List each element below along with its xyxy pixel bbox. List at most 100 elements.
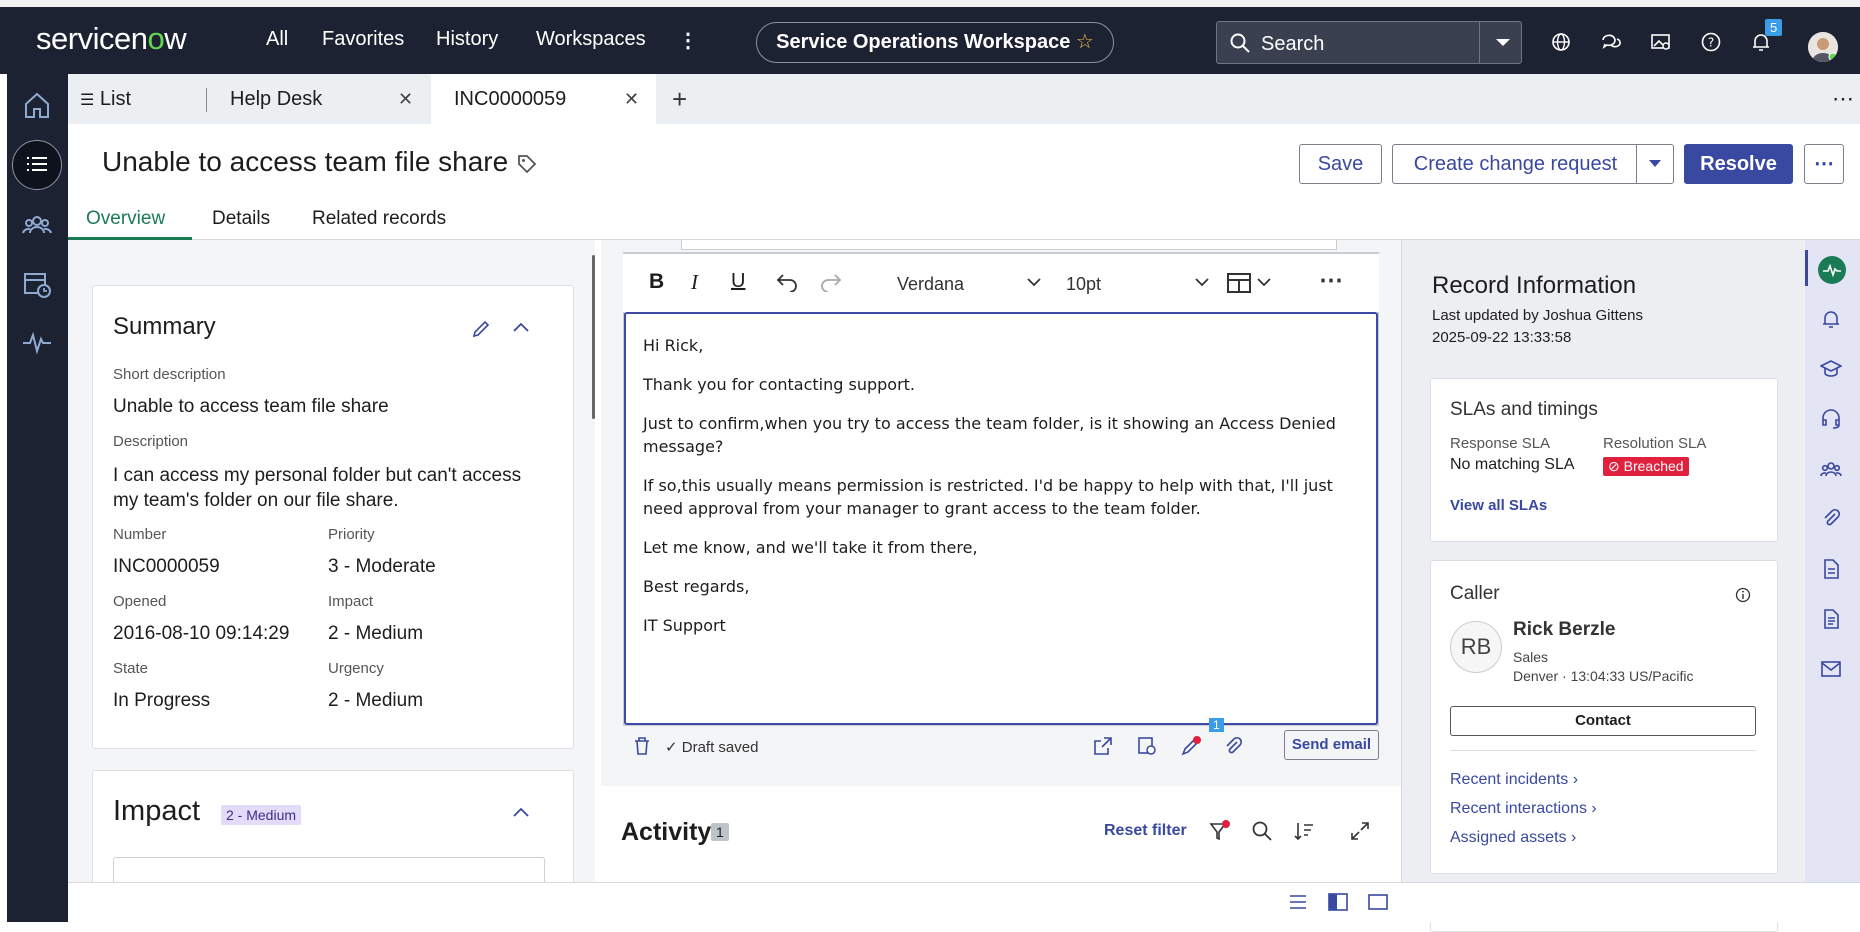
edit-pencil-icon[interactable] [471,319,491,339]
people-icon[interactable] [1820,458,1844,482]
expand-icon[interactable] [1349,820,1371,842]
chevron-down-icon[interactable] [1027,278,1041,287]
pulse-icon[interactable] [21,326,53,358]
article-icon[interactable] [1820,608,1844,632]
search-placeholder: Search [1261,33,1325,55]
more-horizontal-icon[interactable]: ⋯ [1319,266,1343,295]
calendar-clock-icon[interactable] [21,268,53,300]
split-layout-icon[interactable] [1328,893,1348,911]
trash-icon[interactable] [633,736,651,756]
resolve-button[interactable]: Resolve [1684,144,1793,184]
paperclip-icon[interactable] [1820,508,1844,532]
redo-icon[interactable] [819,272,843,292]
info-icon[interactable] [1735,587,1751,603]
email-icon[interactable] [1820,658,1844,682]
nav-all[interactable]: All [266,28,288,51]
email-line: IT Support [643,616,726,635]
list-nav-icon[interactable] [12,140,62,190]
contact-button[interactable]: Contact [1450,706,1756,736]
more-horizontal-icon[interactable]: ⋯ [1832,74,1854,124]
template-icon[interactable] [1137,736,1157,756]
nav-workspaces[interactable]: Workspaces [536,28,646,51]
tab-overview[interactable]: Overview [86,208,165,230]
add-tab-icon[interactable]: + [672,74,687,124]
chevron-down-icon[interactable] [1636,144,1674,184]
bell-icon[interactable] [1820,308,1844,332]
chevron-down-icon[interactable] [1495,38,1511,48]
reset-filter-link[interactable]: Reset filter [1104,822,1187,840]
short-description-label: Short description [113,366,226,383]
response-sla-value: No matching SLA [1450,456,1575,473]
caller-name[interactable]: Rick Berzle [1513,619,1615,641]
headset-icon[interactable] [1820,408,1844,432]
user-avatar[interactable] [1808,32,1838,62]
document-icon[interactable] [1820,558,1844,582]
tab-help-desk[interactable]: Help Desk [230,74,322,124]
tab-related-records[interactable]: Related records [312,208,446,230]
bold-icon[interactable]: B [649,270,664,294]
last-updated-time: 2025-09-22 13:33:58 [1432,329,1572,346]
summary-heading: Summary [113,313,216,340]
search-icon[interactable] [1251,820,1273,842]
assigned-assets-text: Assigned assets [1450,829,1567,846]
recent-incidents-link[interactable]: Recent incidents › [1450,771,1578,789]
graduation-cap-icon[interactable] [1820,358,1844,382]
activity-pulse-icon[interactable] [1818,256,1846,284]
home-icon[interactable] [21,89,53,121]
email-line: Hi Rick, [643,336,704,355]
send-email-button[interactable]: Send email [1284,730,1379,760]
signature-icon[interactable] [1181,736,1201,756]
table-icon[interactable] [1227,272,1251,294]
recent-interactions-link[interactable]: Recent interactions › [1450,800,1597,818]
tag-icon[interactable] [516,153,538,175]
italic-icon[interactable]: I [691,270,698,295]
paperclip-icon[interactable] [1223,736,1243,756]
email-body-editor[interactable]: Hi Rick, Thank you for contacting suppor… [624,312,1378,725]
globe-icon[interactable] [1550,31,1574,55]
servicenow-logo[interactable]: servicenow [36,21,187,57]
recipient-field[interactable] [681,240,1337,250]
workspace-pill[interactable]: Service Operations Workspace ☆ [756,22,1114,63]
check-circle-icon: ✓ [665,739,678,756]
overview-panel: Summary Short description Unable to acce… [68,240,595,910]
close-icon[interactable]: ✕ [624,74,639,124]
nav-favorites[interactable]: Favorites [322,28,404,51]
more-vertical-icon[interactable]: ⋮ [678,28,698,53]
image-search-icon[interactable] [1650,31,1674,55]
caller-heading: Caller [1450,583,1500,604]
impact-heading: Impact [113,795,201,827]
groups-icon[interactable] [21,209,53,241]
single-layout-icon[interactable] [1368,893,1388,911]
open-external-icon[interactable] [1093,736,1113,756]
tab-details[interactable]: Details [212,208,270,230]
sort-icon[interactable] [1293,820,1315,842]
priority-label: Priority [328,526,375,543]
star-icon[interactable]: ☆ [1076,31,1094,53]
underline-icon[interactable]: U [731,270,745,293]
description-value: I can access my personal folder but can'… [113,465,522,511]
chevron-up-icon[interactable] [513,807,529,817]
assigned-assets-link[interactable]: Assigned assets › [1450,829,1576,847]
record-info-panel: Record Information Last updated by Joshu… [1401,240,1805,932]
chat-icon[interactable] [1600,31,1624,55]
more-actions-icon[interactable]: ⋯ [1804,144,1844,184]
filter-icon[interactable] [1209,820,1231,842]
list-layout-icon[interactable] [1288,893,1308,911]
chevron-down-icon[interactable] [1195,278,1209,287]
chevron-down-icon[interactable] [1257,278,1271,287]
view-all-slas-link[interactable]: View all SLAs [1450,497,1547,514]
nav-history[interactable]: History [436,28,498,51]
help-icon[interactable]: ? [1700,31,1724,55]
tab-incident-label[interactable]: INC0000059 [454,74,566,124]
search-input[interactable]: Search [1216,21,1522,64]
priority-value: 3 - Moderate [328,556,436,577]
chevron-up-icon[interactable] [513,322,529,332]
create-change-request-button[interactable]: Create change request [1392,144,1638,184]
scrollbar[interactable] [592,255,595,419]
close-icon[interactable]: ✕ [398,74,413,124]
undo-icon[interactable] [775,272,799,292]
tab-list[interactable]: ☰ List [80,74,131,124]
font-family-select[interactable]: Verdana [897,274,964,295]
save-button[interactable]: Save [1299,144,1382,184]
font-size-select[interactable]: 10pt [1066,274,1101,295]
